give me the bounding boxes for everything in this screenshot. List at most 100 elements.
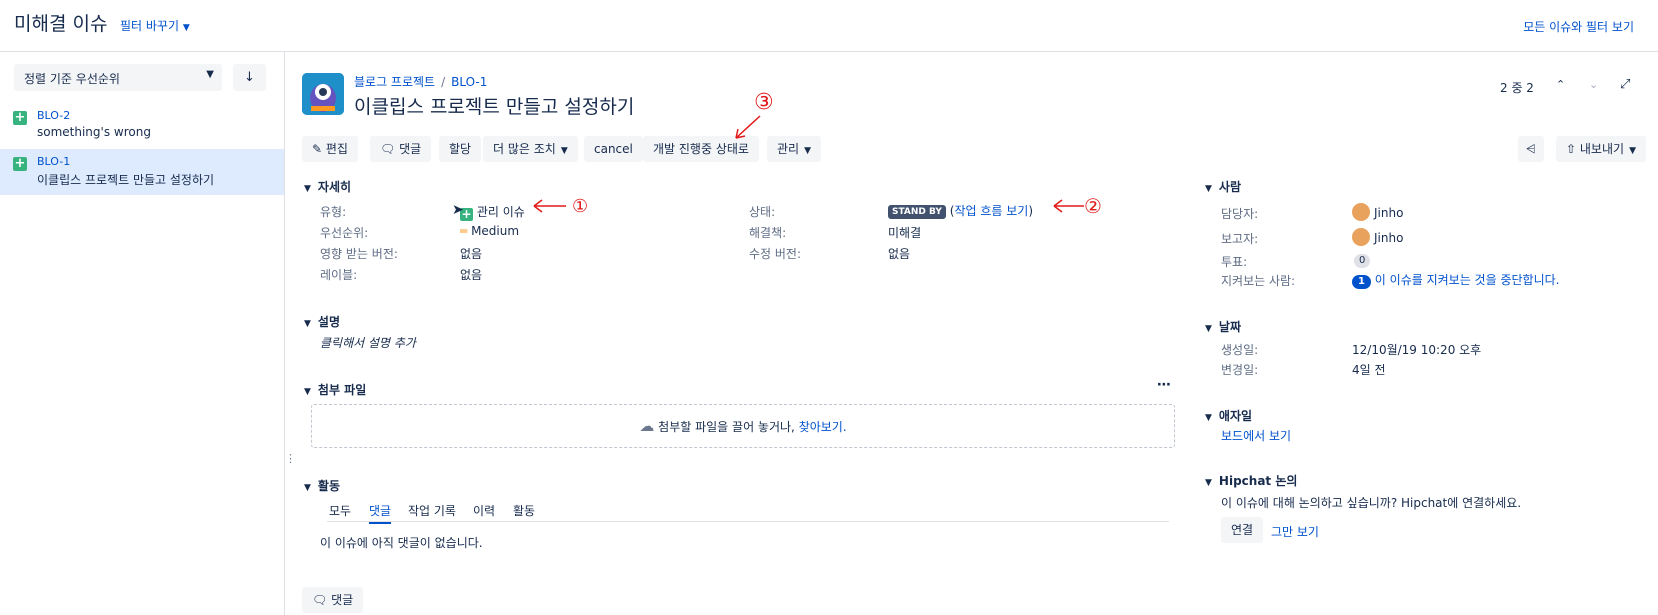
votes-label: 투표: [1221,255,1248,269]
description-placeholder[interactable]: 클릭해서 설명 추가 [320,334,416,351]
description-section-header[interactable]: ▼ 설명 [304,313,340,330]
reporter-value[interactable]: Jinho [1352,228,1403,246]
agile-section-title: 애자일 [1218,409,1253,423]
sort-select[interactable]: 정렬 기준 우선순위 ▼ [14,64,222,91]
tab-history[interactable]: 이력 [473,502,495,519]
admin-button[interactable]: 관리 ▼ [767,136,822,162]
labels-value: 없음 [460,268,483,282]
more-actions-label: 더 많은 조치 [493,142,556,156]
admin-label: 관리 [777,142,800,156]
annotation-arrow-3 [735,115,761,139]
project-avatar[interactable] [302,73,344,115]
cancel-transition-button[interactable]: cancel [584,136,643,162]
priority-label: 우선순위: [320,226,369,240]
pencil-icon: ✎ [312,142,323,156]
chevron-down-icon: ▼ [804,146,812,156]
switch-filter-dropdown[interactable]: 필터 바꾸기 ▼ [120,17,190,34]
view-workflow-link[interactable]: 작업 흐름 보기 [954,204,1028,218]
reporter-label: 보고자: [1221,232,1259,246]
hipchat-dismiss-link[interactable]: 그만 보기 [1271,523,1319,540]
priority-medium-icon: ═ [460,224,468,238]
breadcrumb: 블로그 프로젝트 / BLO-1 [354,73,487,90]
stop-watching-link[interactable]: 이 이슈를 지켜보는 것을 중단합니다. [1375,273,1560,287]
dropzone-text: 첨부할 파일을 끌어 놓거나, [658,420,795,434]
chevron-down-icon: ▼ [1205,413,1212,423]
affects-version-value: 없음 [460,247,483,261]
chevron-down-icon: ▼ [304,483,311,493]
people-section-header[interactable]: ▼ 사람 [1205,178,1241,195]
issue-list-item-selected[interactable]: + BLO-1 이클립스 프로젝트 만들고 설정하기 [0,149,284,195]
view-on-board-link[interactable]: 보드에서 보기 [1221,427,1291,444]
issue-key: BLO-1 [37,155,71,168]
browse-link[interactable]: 찾아보기. [799,420,847,434]
tab-underline [327,521,1169,522]
dates-section-title: 날짜 [1218,320,1242,334]
chevron-down-icon: ▼ [182,23,190,33]
chevron-down-icon: ▼ [304,319,311,329]
assignee-value[interactable]: Jinho [1352,203,1403,221]
edit-button[interactable]: ✎ 편집 [302,136,358,162]
details-section-header[interactable]: ▼ 자세히 [304,178,351,195]
created-value: 12/10월/19 10:20 오후 [1352,343,1482,357]
votes-value[interactable]: 0 [1354,252,1371,268]
hipchat-section-header[interactable]: ▼ Hipchat 논의 [1205,472,1297,489]
fix-version-value: 없음 [888,247,911,261]
previous-issue-button[interactable]: ⌃ [1556,78,1565,91]
expand-button[interactable]: ⤢ [1620,77,1630,92]
watchers-value: 1 이 이슈를 지켜보는 것을 중단합니다. [1352,271,1559,289]
tab-activity[interactable]: 활동 [513,502,535,519]
breadcrumb-project[interactable]: 블로그 프로젝트 [354,75,435,89]
updated-label: 변경일: [1221,363,1259,377]
attachments-more-button[interactable]: ⋯ [1157,377,1171,393]
export-label: 내보내기 [1579,142,1625,156]
add-comment-label: 댓글 [331,593,354,607]
share-button[interactable]: ⩤ [1518,136,1544,162]
edit-label: 편집 [325,142,348,156]
export-icon: ⇧ [1566,142,1577,156]
dates-section-header[interactable]: ▼ 날짜 [1205,318,1241,335]
watchers-count[interactable]: 1 [1352,275,1371,289]
breadcrumb-separator: / [441,75,446,89]
no-comments-text: 이 이슈에 아직 댓글이 없습니다. [320,536,483,550]
expand-icon: ⤢ [1620,77,1631,92]
status-value: STAND BY (작업 흐름 보기) [888,202,1033,219]
annotation-arrow-2 [1053,199,1084,213]
user-avatar [1352,228,1370,246]
reporter-name: Jinho [1374,231,1404,245]
issue-list-item[interactable]: + BLO-2 something's wrong [0,103,284,149]
all-issues-link[interactable]: 모든 이슈와 필터 보기 [1523,18,1634,35]
next-issue-button[interactable]: ⌄ [1589,78,1598,91]
upload-cloud-icon: ☁ [639,417,655,435]
labels-label: 레이블: [320,268,358,282]
panel-resize-handle[interactable]: ⋮ [285,452,296,465]
attachment-dropzone[interactable]: ☁ 첨부할 파일을 끌어 놓거나, 찾아보기. [311,404,1175,448]
resolution-value: 미해결 [888,226,922,240]
tab-work-log[interactable]: 작업 기록 [408,502,456,519]
comment-label: 댓글 [399,142,422,156]
activity-section-header[interactable]: ▼ 활동 [304,477,340,494]
details-section-title: 자세히 [317,180,352,194]
status-badge: STAND BY [888,205,946,219]
tab-all[interactable]: 모두 [329,502,351,519]
comment-button[interactable]: 🗨 댓글 [370,136,432,162]
more-actions-button[interactable]: 더 많은 조치 ▼ [483,136,578,162]
hipchat-connect-button[interactable]: 연결 [1221,517,1264,543]
top-bar [0,0,1658,52]
export-button[interactable]: ⇧ 내보내기 ▼ [1556,136,1646,162]
annotation-mark-3: ③ [754,90,774,115]
sort-direction-button[interactable]: ↓ [233,64,266,91]
chevron-down-icon: ▼ [1205,478,1212,488]
chevron-down-icon: ▼ [1205,184,1212,194]
agile-section-header[interactable]: ▼ 애자일 [1205,407,1252,424]
assign-button[interactable]: 할당 [439,136,482,162]
affects-version-label: 영향 받는 버전: [320,247,398,261]
share-icon: ⩤ [1526,142,1536,156]
assign-label: 할당 [449,142,472,156]
breadcrumb-issue-key[interactable]: BLO-1 [451,75,487,89]
priority-text: Medium [471,224,520,238]
attachments-section-header[interactable]: ▼ 첨부 파일 [304,381,366,398]
status-label: 상태: [749,205,776,219]
add-comment-button[interactable]: 🗨 댓글 [302,587,364,613]
annotation-arrow-1 [533,199,566,213]
user-avatar [1352,203,1370,221]
